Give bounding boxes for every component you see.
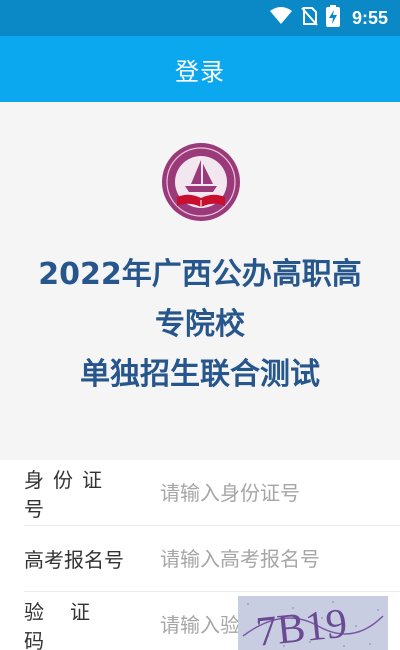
id-number-input[interactable] (160, 480, 360, 505)
status-bar: 9:55 (0, 0, 400, 36)
captcha-label: 验证码 (24, 600, 116, 650)
exam-number-input[interactable] (160, 546, 360, 571)
battery-charging-icon (325, 5, 340, 31)
id-number-label: 身份证号 (24, 467, 111, 521)
exam-number-row: 高考报名号 (24, 526, 400, 592)
wifi-icon (269, 7, 292, 29)
school-seal-logo (161, 142, 241, 222)
sim-none-icon (300, 6, 318, 30)
hero-title-line: 专院校 (155, 307, 245, 342)
status-icons: 9:55 (269, 0, 388, 36)
hero-title: 2022年广西公办高职高 专院校 单独招生联合测试 (10, 250, 390, 400)
id-number-row: 身份证号 (24, 460, 400, 526)
captcha-image[interactable]: 7B19 (238, 596, 388, 650)
hero-title-line: 2022年广西公办高职高 (38, 257, 362, 292)
app-bar: 登录 (0, 36, 400, 102)
status-time: 9:55 (351, 7, 388, 28)
page-title: 登录 (175, 57, 225, 86)
hero-title-line: 单独招生联合测试 (80, 357, 320, 392)
exam-number-label: 高考报名号 (24, 548, 124, 572)
captcha-text: 7B19 (254, 601, 349, 650)
hero-section: 2022年广西公办高职高 专院校 单独招生联合测试 (0, 102, 400, 460)
